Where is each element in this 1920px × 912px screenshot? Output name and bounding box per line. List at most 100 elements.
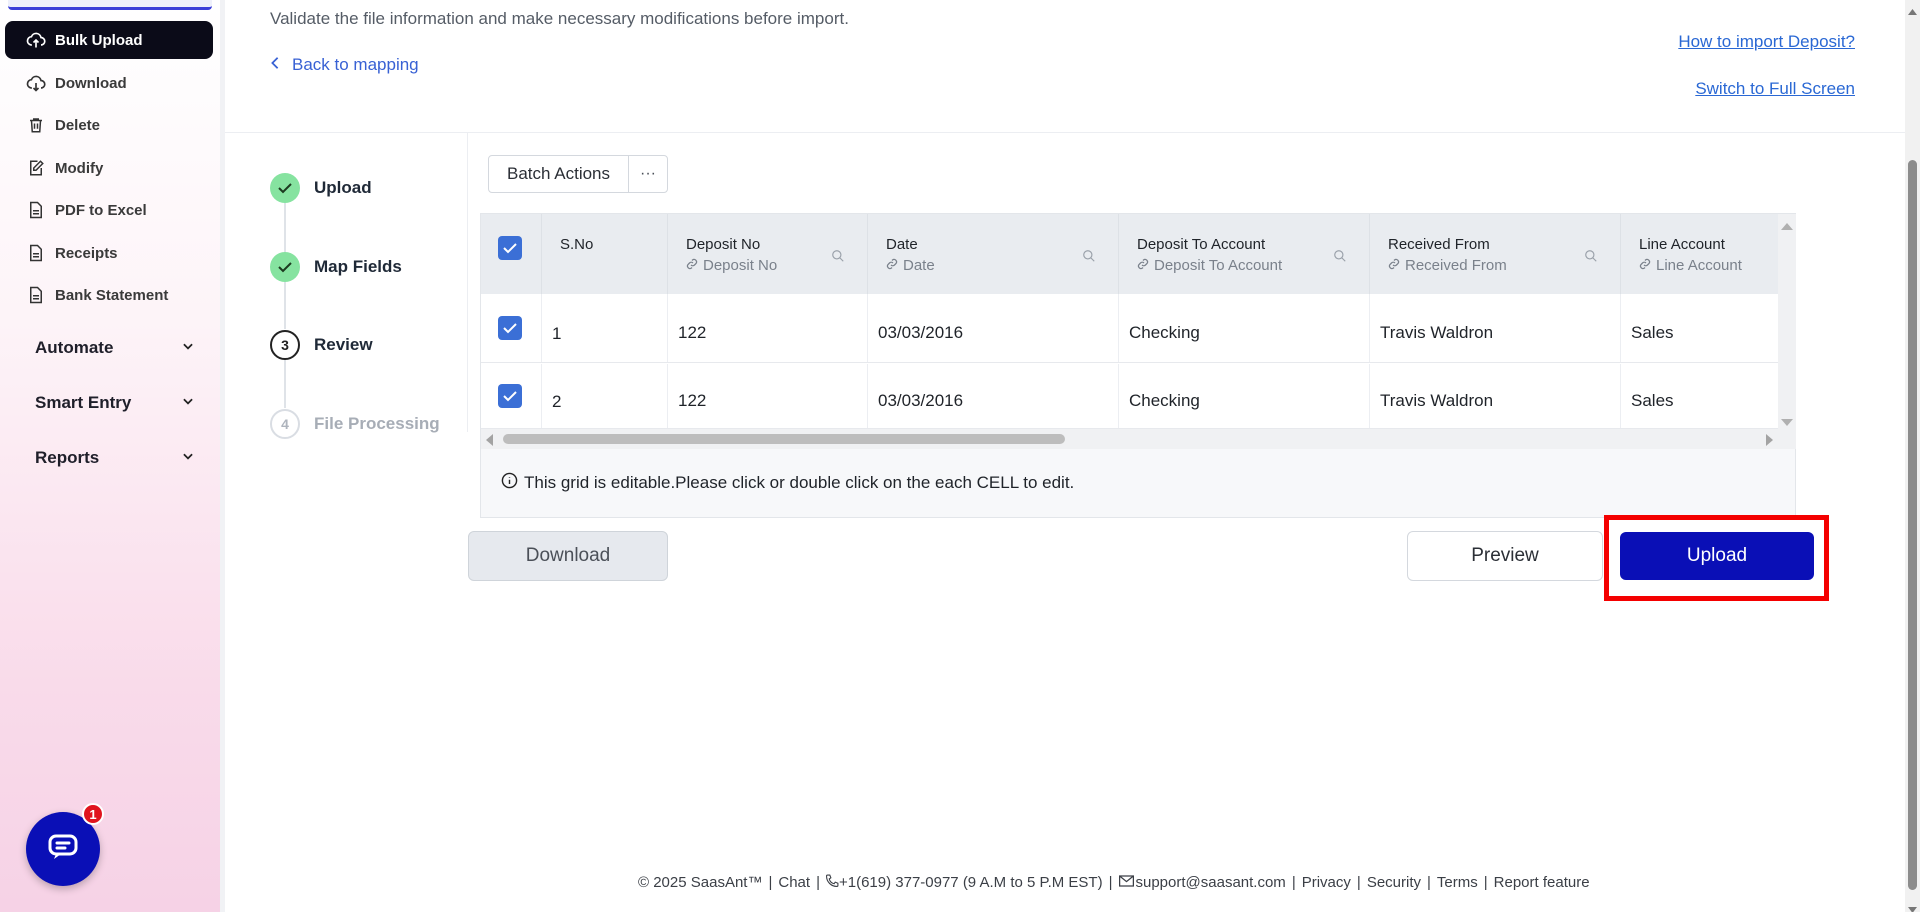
cell-line-account[interactable]: Sales	[1621, 364, 1778, 428]
how-to-import-link[interactable]: How to import Deposit?	[1678, 32, 1855, 52]
table-row: 1 122 03/03/2016 Checking Travis Waldron…	[481, 294, 1778, 363]
sidebar-item-pdf-to-excel[interactable]: PDF to Excel	[5, 191, 213, 229]
upload-button[interactable]: Upload	[1620, 532, 1814, 580]
cell-received-from[interactable]: Travis Waldron	[1370, 294, 1621, 362]
data-grid: S.No Deposit No Deposit No Date Date Dep…	[481, 214, 1778, 449]
sidebar-item-modify[interactable]: Modify	[5, 149, 213, 187]
download-button[interactable]: Download	[468, 531, 668, 581]
chevron-left-icon	[270, 55, 280, 75]
step-map-fields: Map Fields	[270, 252, 402, 282]
row-checkbox[interactable]	[498, 316, 522, 340]
column-header-received-from[interactable]: Received From Received From	[1370, 214, 1621, 294]
horizontal-scrollbar[interactable]	[481, 429, 1778, 449]
footer-email[interactable]: support@saasant.com	[1136, 874, 1286, 891]
search-icon[interactable]	[1333, 249, 1347, 267]
file-icon	[25, 199, 47, 221]
cell-received-from[interactable]: Travis Waldron	[1370, 364, 1621, 428]
scroll-up-arrow-icon[interactable]	[1908, 2, 1917, 20]
scroll-right-arrow-icon[interactable]	[1765, 433, 1773, 449]
page-scroll-thumb[interactable]	[1908, 160, 1917, 890]
sidebar-group-reports[interactable]: Reports	[35, 448, 195, 468]
header-divider	[225, 132, 1905, 133]
sidebar-item-download[interactable]: Download	[5, 64, 213, 102]
sidebar-item-bank-statement[interactable]: Bank Statement	[5, 276, 213, 314]
step-number: 3	[270, 330, 300, 360]
scroll-down-arrow-icon[interactable]	[1781, 414, 1793, 432]
footer-privacy-link[interactable]: Privacy	[1302, 874, 1351, 891]
table-row: 2 122 03/03/2016 Checking Travis Waldron…	[481, 364, 1778, 429]
link-icon	[1388, 257, 1400, 274]
cloud-upload-icon	[25, 29, 47, 51]
cell-date[interactable]: 03/03/2016	[868, 294, 1119, 362]
cell-line-account[interactable]: Sales	[1621, 294, 1778, 362]
cell-sno[interactable]: 2	[542, 364, 668, 428]
chat-notification-badge: 1	[82, 803, 104, 825]
scroll-up-arrow-icon[interactable]	[1781, 218, 1793, 236]
footer-phone[interactable]: +1(619) 377-0977 (9 A.M to 5 P.M EST)	[839, 874, 1103, 891]
cell-sno[interactable]: 1	[542, 294, 668, 362]
search-icon[interactable]	[831, 249, 845, 267]
batch-actions-button[interactable]: Batch Actions	[489, 156, 630, 192]
sidebar-item-label: Bulk Upload	[55, 31, 143, 49]
cell-deposit-to-account[interactable]: Checking	[1119, 294, 1370, 362]
column-title: Line Account	[1639, 236, 1725, 253]
footer: © 2025 SaasAnt™ | Chat | +1(619) 377-097…	[638, 874, 1590, 891]
column-header-date[interactable]: Date Date	[868, 214, 1119, 294]
step-review: 3 Review	[270, 330, 373, 360]
sidebar-item-delete[interactable]: Delete	[5, 106, 213, 144]
preview-button[interactable]: Preview	[1407, 531, 1603, 581]
grid-edit-note: This grid is editable.Please click or do…	[501, 472, 1074, 494]
sidebar-group-label: Automate	[35, 338, 114, 357]
sidebar-group-label: Smart Entry	[35, 393, 132, 412]
column-header-line-account[interactable]: Line Account Line Account	[1621, 214, 1778, 294]
grid-header: S.No Deposit No Deposit No Date Date Dep…	[481, 214, 1778, 294]
column-mapped-field: Deposit To Account	[1154, 257, 1283, 274]
step-label: Upload	[314, 178, 372, 197]
info-icon	[501, 472, 518, 494]
step-file-processing: 4 File Processing	[270, 409, 440, 439]
main-content: Validate the file information and make n…	[225, 0, 1905, 912]
step-label: Map Fields	[314, 257, 402, 276]
scroll-left-arrow-icon[interactable]	[486, 433, 494, 449]
chevron-down-icon	[181, 338, 195, 358]
footer-report-feature-link[interactable]: Report feature	[1494, 874, 1590, 891]
column-mapped-field: Received From	[1405, 257, 1507, 274]
column-header-sno[interactable]: S.No	[542, 214, 668, 294]
footer-terms-link[interactable]: Terms	[1437, 874, 1478, 891]
vertical-scrollbar[interactable]	[1778, 214, 1796, 449]
sidebar-item-bulk-upload[interactable]: Bulk Upload	[5, 21, 213, 59]
sidebar-group-smart-entry[interactable]: Smart Entry	[35, 393, 195, 413]
phone-icon	[825, 874, 839, 891]
cell-deposit-no[interactable]: 122	[668, 294, 868, 362]
scroll-down-arrow-icon[interactable]	[1908, 901, 1917, 912]
footer-security-link[interactable]: Security	[1367, 874, 1421, 891]
more-options-button[interactable]: ···	[629, 156, 667, 192]
search-icon[interactable]	[1584, 249, 1598, 267]
check-icon	[270, 173, 300, 203]
select-all-checkbox[interactable]	[498, 236, 522, 260]
sidebar-item-label: Receipts	[55, 244, 118, 262]
file-icon	[25, 284, 47, 306]
cell-deposit-to-account[interactable]: Checking	[1119, 364, 1370, 428]
footer-chat-link[interactable]: Chat	[778, 874, 810, 891]
search-icon[interactable]	[1082, 249, 1096, 267]
link-icon	[686, 257, 698, 274]
stepper-divider	[467, 132, 468, 432]
horizontal-scroll-thumb[interactable]	[503, 434, 1065, 444]
page-scrollbar[interactable]	[1905, 0, 1920, 912]
switch-full-screen-link[interactable]: Switch to Full Screen	[1695, 79, 1855, 99]
sidebar-top-item[interactable]	[8, 0, 212, 10]
step-connector	[284, 360, 286, 408]
sidebar-item-label: Bank Statement	[55, 286, 169, 304]
back-to-mapping-link[interactable]: Back to mapping	[270, 55, 419, 75]
row-select-cell	[481, 294, 542, 362]
column-header-deposit-no[interactable]: Deposit No Deposit No	[668, 214, 868, 294]
column-header-deposit-to-account[interactable]: Deposit To Account Deposit To Account	[1119, 214, 1370, 294]
step-label: Review	[314, 335, 373, 354]
row-checkbox[interactable]	[498, 384, 522, 408]
chevron-down-icon	[181, 393, 195, 413]
sidebar-group-automate[interactable]: Automate	[35, 338, 195, 358]
sidebar-item-receipts[interactable]: Receipts	[5, 234, 213, 272]
cell-deposit-no[interactable]: 122	[668, 364, 868, 428]
cell-date[interactable]: 03/03/2016	[868, 364, 1119, 428]
